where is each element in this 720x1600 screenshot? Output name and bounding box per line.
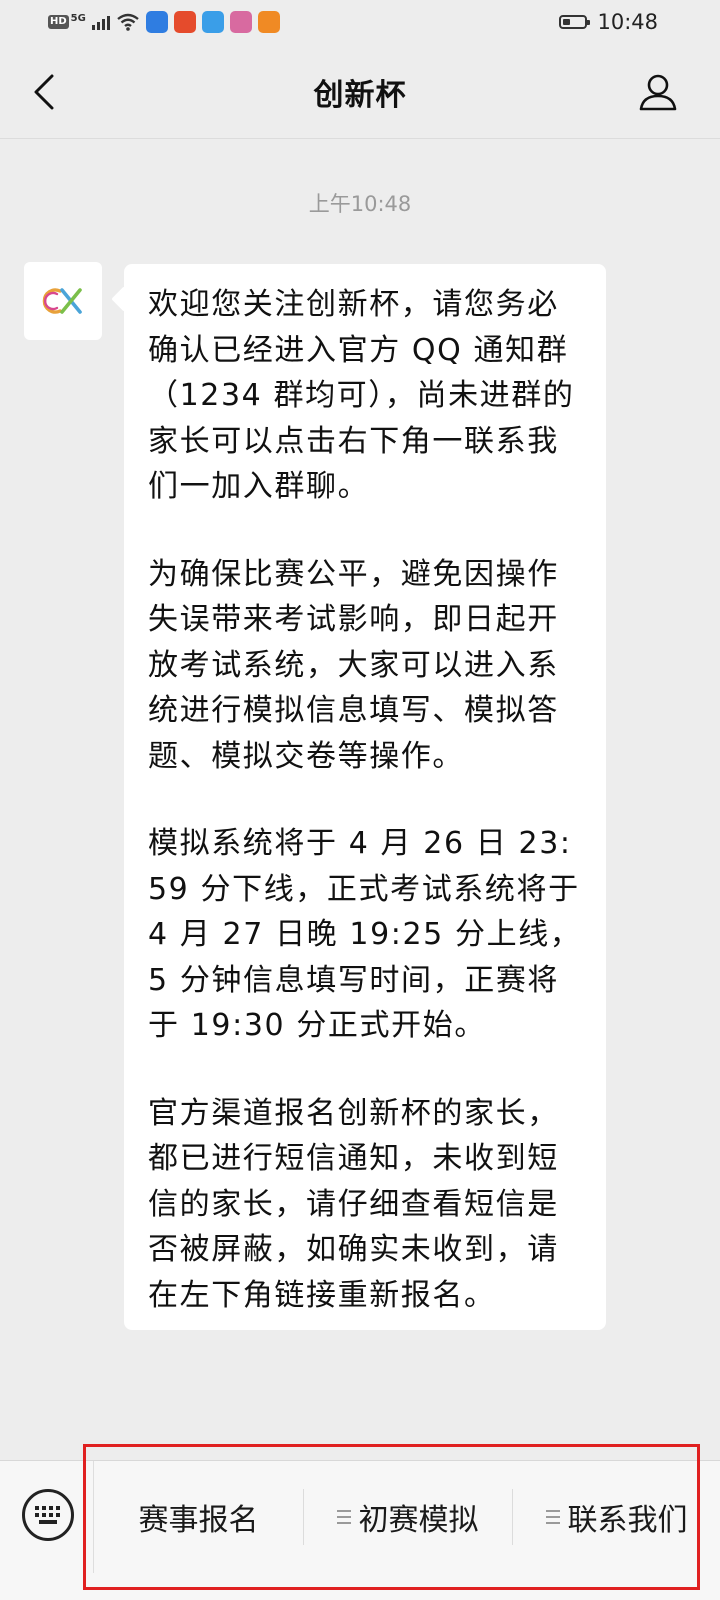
status-bar: HD 5G 10:48	[0, 0, 720, 44]
message-paragraph: 模拟系统将于 4 月 26 日 23:59 分下线，正式考试系统将于 4 月 2…	[148, 826, 582, 1043]
message-paragraph: 为确保比赛公平，避免因操作失误带来考试影响，即日起开放考试系统，大家可以进入系统…	[148, 556, 559, 774]
menu-item-label: 赛事报名	[138, 1503, 259, 1538]
baidu-app-icon	[145, 11, 168, 33]
status-icons-left: HD 5G	[48, 10, 280, 34]
signal-icon	[91, 14, 110, 30]
keyboard-icon	[35, 1506, 60, 1524]
cloud-app-icon	[201, 11, 224, 33]
message-timestamp: 上午10:48	[308, 192, 412, 216]
hd-badge: HD	[48, 15, 69, 29]
profile-button[interactable]	[634, 68, 682, 116]
network-type: 5G	[70, 12, 86, 24]
person-icon	[639, 74, 677, 111]
video-app-icon	[257, 11, 280, 33]
page-title: 创新杯	[313, 78, 407, 113]
battery-icon	[559, 15, 591, 29]
keyboard-toggle-button[interactable]	[22, 1489, 74, 1541]
submenu-lines-icon	[336, 1510, 351, 1524]
nav-bar: 创新杯	[0, 44, 720, 139]
submenu-lines-icon	[545, 1510, 560, 1524]
status-time: 10:48	[597, 10, 658, 34]
menu-item-contact-us[interactable]: 联系我们	[512, 1461, 720, 1573]
bottom-menu-bar: 赛事报名 初赛模拟 联系我们	[0, 1460, 720, 1600]
menu-item-label: 联系我们	[567, 1503, 688, 1538]
menu-item-label: 初赛模拟	[358, 1503, 479, 1538]
photo-app-icon	[229, 11, 252, 33]
wifi-icon	[117, 13, 139, 31]
ting-app-icon	[173, 11, 196, 33]
status-icons-right: 10:48	[559, 9, 658, 35]
menu-item-register[interactable]: 赛事报名	[94, 1461, 303, 1573]
menu-item-preliminary-mock[interactable]: 初赛模拟	[303, 1461, 512, 1573]
sender-avatar[interactable]	[24, 262, 102, 340]
cx-logo-icon	[42, 288, 82, 314]
message-bubble[interactable]: 欢迎您关注创新杯，请您务必确认已经进入官方 QQ 通知群（1234 群均可），尚…	[124, 264, 606, 1330]
menu-items: 赛事报名 初赛模拟 联系我们	[93, 1461, 720, 1573]
message-paragraph: 欢迎您关注创新杯，请您务必确认已经进入官方 QQ 通知群（1234 群均可），尚…	[148, 287, 575, 504]
message-paragraph: 官方渠道报名创新杯的家长，都已进行短信通知，未收到短信的家长，请仔细查看短信是否…	[148, 1095, 559, 1313]
